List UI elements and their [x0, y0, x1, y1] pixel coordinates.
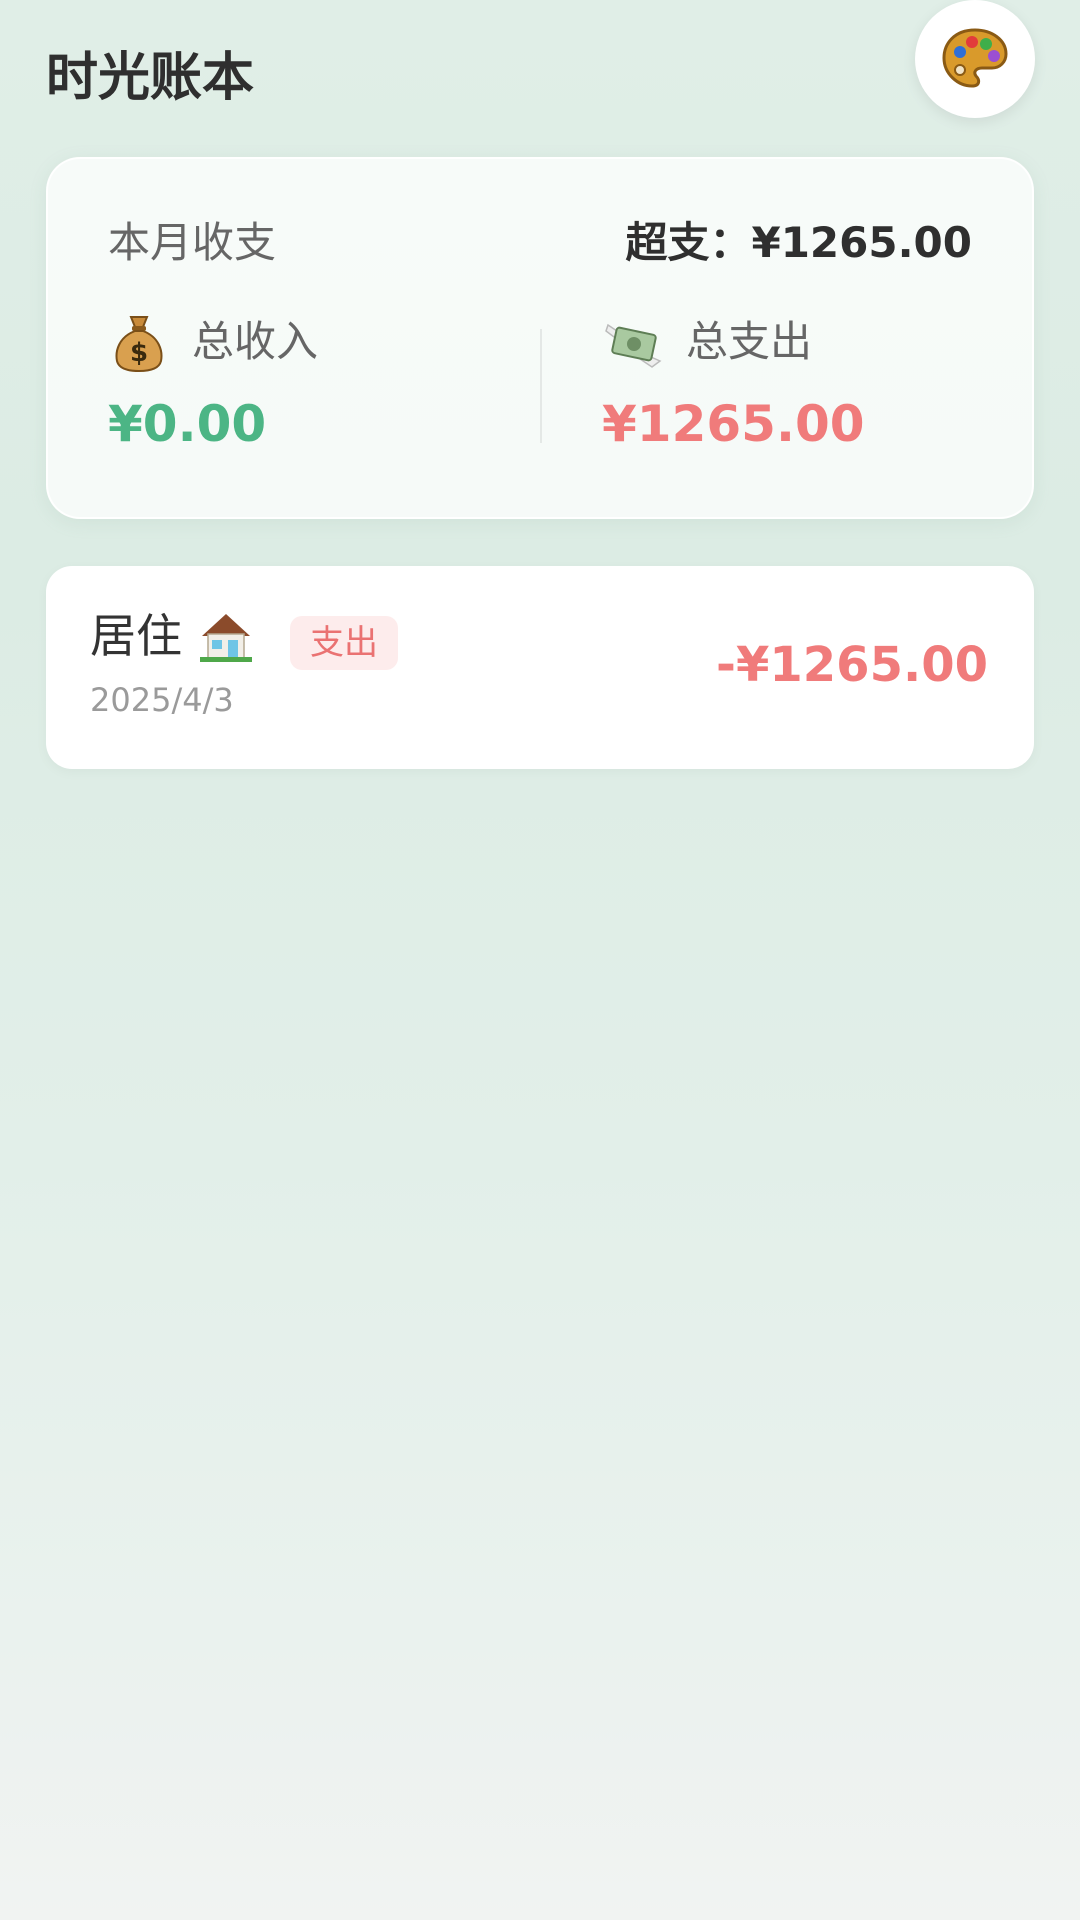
record-category: 居住 [90, 604, 254, 668]
palette-icon [942, 28, 1008, 88]
total-income: $ 总收入 ¥0.00 [108, 309, 528, 459]
record-date: 2025/4/3 [90, 681, 234, 719]
summary-title: 本月收支 [108, 218, 277, 267]
income-label: 总收入 [192, 317, 319, 366]
income-value: ¥0.00 [108, 395, 267, 453]
record-category-label: 居住 [90, 609, 182, 663]
app-title: 时光账本 [46, 48, 255, 108]
record-amount: -¥1265.00 [716, 637, 988, 693]
expense-value: ¥1265.00 [602, 395, 865, 453]
monthly-summary-card: 本月收支 超支：¥1265.00 $ 总收入 ¥0.00 总支出 ¥1265.0… [46, 157, 1034, 519]
record-type-badge: 支出 [290, 616, 398, 670]
money-bag-icon: $ [108, 309, 170, 375]
record-card[interactable]: 居住 支出 2025/4/3 -¥1265.00 [46, 566, 1034, 769]
money-wings-icon [602, 309, 664, 375]
svg-text:$: $ [130, 338, 148, 368]
overspend-label: 超支： [625, 218, 752, 267]
overspend-amount: 超支：¥1265.00 [625, 215, 972, 271]
theme-button[interactable] [915, 0, 1035, 118]
house-icon [200, 614, 252, 662]
overspend-value: ¥1265.00 [751, 218, 972, 267]
summary-divider [540, 329, 542, 443]
expense-label: 总支出 [686, 317, 813, 366]
total-expense: 总支出 ¥1265.00 [602, 309, 1002, 459]
